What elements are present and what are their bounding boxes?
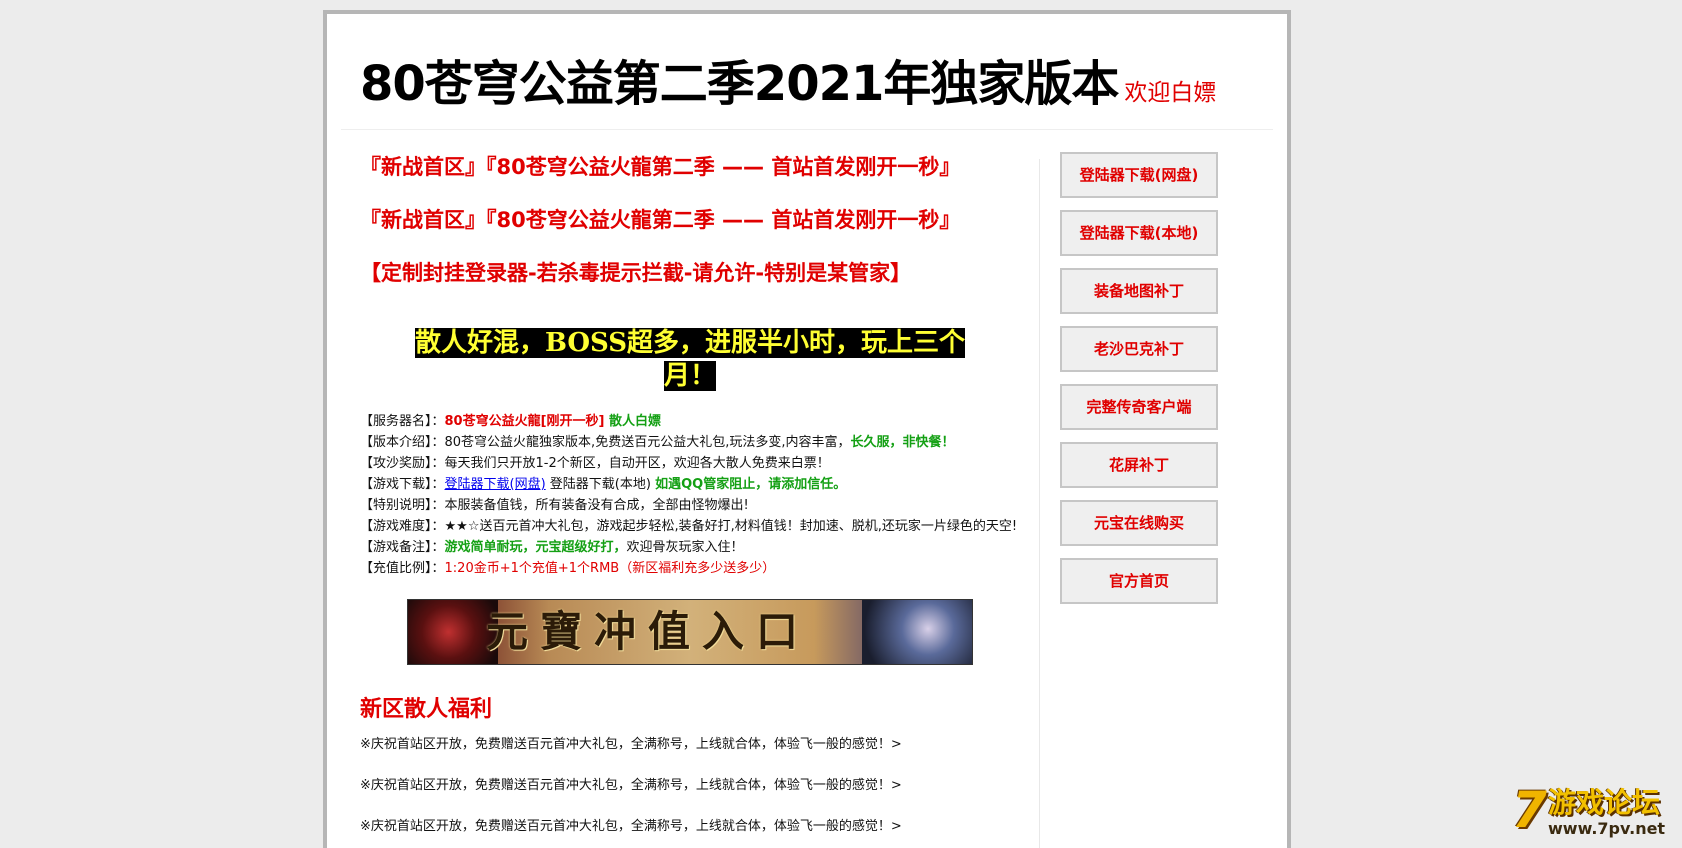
- column-divider: [1039, 159, 1040, 848]
- remark-text: 欢迎骨灰玩家入住！: [626, 540, 744, 555]
- welfare-item[interactable]: ※庆祝首站区开放，免费赠送百元首冲大礼包，全满称号，上线就合体，体验飞一般的感觉…: [360, 778, 1020, 805]
- download-sidebar: 登陆器下载(网盘) 登陆器下载(本地) 装备地图补丁 老沙巴克补丁 完整传奇客户…: [1060, 152, 1218, 616]
- info-row-remark: 【游戏备注】：游戏简单耐玩，元宝超级好打，欢迎骨灰玩家入住！: [360, 537, 1020, 558]
- site-header: 80苍穹公益第二季2021年独家版本 欢迎白嫖: [360, 44, 1216, 114]
- special-text: 本服装备值钱，所有装备没有合成，全部由怪物爆出!: [444, 498, 749, 513]
- slogan-line-2: 月！: [663, 361, 716, 391]
- intro-text: 80苍穹公益火龍独家版本,免费送百元公益大礼包,玩法多变,内容丰富，: [444, 435, 851, 450]
- remark-highlight: 游戏简单耐玩，元宝超级好打，: [444, 540, 627, 555]
- info-label: 【服务器名】：: [360, 414, 445, 429]
- siege-text: 每天我们只开放1-2个新区，自动开区，欢迎各大散人免费来白票！: [444, 456, 830, 471]
- headline-1: 『新战首区』『80苍穹公益火龍第二季 —— 首站首发刚开一秒』: [360, 155, 961, 179]
- page-container: 80苍穹公益第二季2021年独家版本 欢迎白嫖 『新战首区』『80苍穹公益火龍第二…: [323, 10, 1291, 848]
- info-label: 【游戏下载】：: [360, 477, 445, 492]
- recharge-banner[interactable]: 元寶冲值入口: [407, 599, 973, 665]
- site-subtitle: 欢迎白嫖: [1124, 80, 1217, 106]
- welfare-item[interactable]: ※庆祝首站区开放，免费赠送百元首冲大礼包，全满称号，上线就合体，体验飞一般的感觉…: [360, 819, 1020, 846]
- info-row-server-name: 【服务器名】：80苍穹公益火龍[刚开一秒] 散人白嫖: [360, 411, 1020, 432]
- headline-2: 『新战首区』『80苍穹公益火龍第二季 —— 首站首发刚开一秒』: [360, 208, 961, 232]
- info-row-special: 【特别说明】：本服装备值钱，所有装备没有合成，全部由怪物爆出!: [360, 495, 1020, 516]
- header-divider: [341, 129, 1273, 130]
- recharge-banner-text: 元寶冲值入口: [486, 607, 811, 656]
- download-note: 如遇QQ管家阻止，请添加信任。: [655, 477, 847, 492]
- warrior-artwork: [862, 600, 972, 664]
- info-label: 【充值比例】：: [360, 561, 445, 576]
- server-name-value: 80苍穹公益火龍[刚开一秒]: [444, 414, 605, 429]
- watermark-title: 游戏论坛: [1548, 786, 1661, 819]
- headline-3: 【定制封挂登录器-若杀毒提示拦截-请允许-特别是某管家】: [360, 261, 912, 285]
- sabak-patch-button[interactable]: 老沙巴克补丁: [1060, 326, 1218, 372]
- intro-highlight: 长久服，非快餐！: [850, 435, 955, 450]
- site-title: 80苍穹公益第二季2021年独家版本: [360, 56, 1119, 112]
- info-row-download: 【游戏下载】：登陆器下载(网盘) 登陆器下载(本地) 如遇QQ管家阻止，请添加信…: [360, 474, 1020, 495]
- info-label: 【游戏难度】：: [360, 519, 445, 534]
- difficulty-text: ★★☆送百元首冲大礼包，游戏起步轻松,装备好打,材料值钱！封加速、脱机,还玩家一…: [444, 519, 1018, 534]
- official-home-button[interactable]: 官方首页: [1060, 558, 1218, 604]
- download-local-text: 登陆器下载(本地): [545, 477, 656, 492]
- info-row-difficulty: 【游戏难度】：★★☆送百元首冲大礼包，游戏起步轻松,装备好打,材料值钱！封加速、…: [360, 516, 1020, 537]
- welfare-item[interactable]: ※庆祝首站区开放，免费赠送百元首冲大礼包，全满称号，上线就合体，体验飞一般的感觉…: [360, 737, 1020, 764]
- buy-yuanbao-button[interactable]: 元宝在线购买: [1060, 500, 1218, 546]
- info-row-ratio: 【充值比例】：1:20金币+1个充值+1个RMB（新区福利充多少送多少）: [360, 558, 1020, 579]
- slogan-line-1: 散人好混，BOSS超多，进服半小时，玩上三个: [414, 328, 966, 358]
- info-label: 【版本介绍】：: [360, 435, 445, 450]
- demon-artwork: [408, 600, 498, 664]
- ratio-value: 1:20金币+1个充值+1个RMB（新区福利充多少送多少）: [444, 561, 776, 576]
- welfare-title: 新区散人福利: [360, 697, 493, 722]
- forum-watermark-logo: 7 游戏论坛 www.7pv.net: [1508, 784, 1678, 844]
- netdisk-download-button[interactable]: 登陆器下载(网盘): [1060, 152, 1218, 198]
- info-row-intro: 【版本介绍】：80苍穹公益火龍独家版本,免费送百元公益大礼包,玩法多变,内容丰富…: [360, 432, 1020, 453]
- screen-patch-button[interactable]: 花屏补丁: [1060, 442, 1218, 488]
- watermark-digit: 7: [1512, 781, 1547, 839]
- server-name-extra: 散人白嫖: [604, 414, 662, 429]
- info-label: 【攻沙奖励】：: [360, 456, 445, 471]
- server-info: 【服务器名】：80苍穹公益火龍[刚开一秒] 散人白嫖 【版本介绍】：80苍穹公益…: [360, 411, 1020, 579]
- info-row-siege: 【攻沙奖励】：每天我们只开放1-2个新区，自动开区，欢迎各大散人免费来白票！: [360, 453, 1020, 474]
- watermark-url: www.7pv.net: [1548, 819, 1666, 838]
- full-client-button[interactable]: 完整传奇客户端: [1060, 384, 1218, 430]
- download-netdisk-link[interactable]: 登陆器下载(网盘): [445, 477, 546, 492]
- map-patch-button[interactable]: 装备地图补丁: [1060, 268, 1218, 314]
- local-download-button[interactable]: 登陆器下载(本地): [1060, 210, 1218, 256]
- slogan-block: 散人好混，BOSS超多，进服半小时，玩上三个 月！: [385, 327, 995, 393]
- info-label: 【游戏备注】：: [360, 540, 445, 555]
- main-content: 『新战首区』『80苍穹公益火龍第二季 —— 首站首发刚开一秒』 『新战首区』『8…: [360, 154, 1020, 846]
- info-label: 【特别说明】：: [360, 498, 445, 513]
